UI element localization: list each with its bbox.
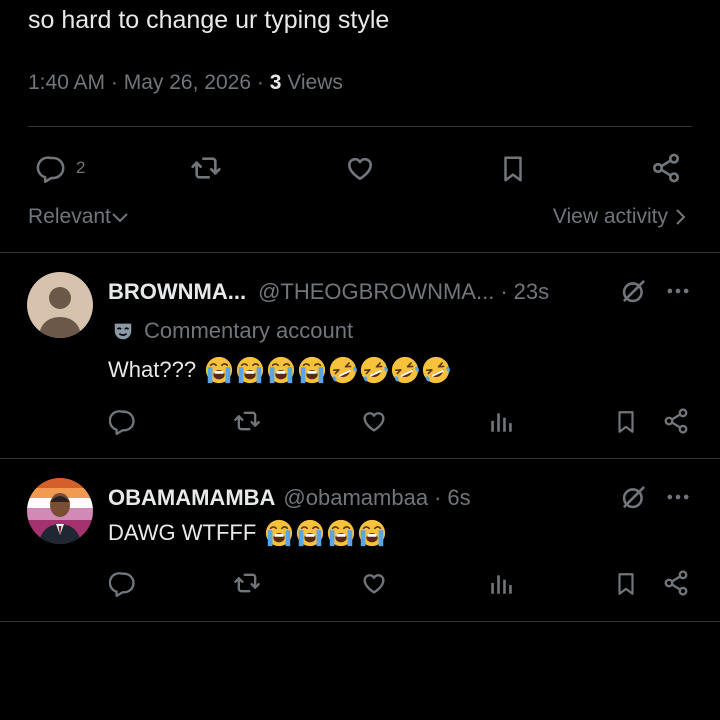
reply-icon <box>36 156 65 183</box>
like-icon <box>363 574 385 594</box>
bookmark-icon <box>504 156 522 182</box>
display-name[interactable]: BROWNMA... <box>108 279 246 305</box>
reply-text-content: DAWG WTFFF <box>108 520 257 545</box>
grok-icon[interactable] <box>620 483 648 511</box>
sort-label: Relevant <box>28 205 111 228</box>
view-activity-link[interactable]: View activity <box>553 205 688 229</box>
user-handle[interactable]: @THEOGBROWNMA... <box>258 279 494 305</box>
emoji-row <box>264 518 388 548</box>
bookmark-button[interactable] <box>498 152 528 186</box>
default-avatar-icon <box>27 272 93 338</box>
tweet-text: so hard to change ur typing style <box>28 6 390 34</box>
retweet-icon <box>234 573 260 593</box>
views-icon <box>491 575 512 594</box>
bookmark-icon <box>618 573 634 595</box>
chevron-right-icon <box>676 209 686 225</box>
rofl-emoji <box>360 356 389 384</box>
share-icon <box>664 408 688 434</box>
header-separator: · <box>500 279 508 304</box>
retweet-icon <box>191 157 221 179</box>
meta-separator: · <box>110 71 118 94</box>
profile-photo-icon <box>27 478 93 544</box>
loudly-crying-emoji <box>359 519 386 547</box>
loudly-crying-emoji <box>236 356 264 384</box>
reply-icon <box>109 410 135 435</box>
reply-button[interactable]: 2 <box>36 153 85 183</box>
tweet-action-bar: 2 <box>0 147 720 187</box>
like-icon <box>348 157 372 180</box>
loudly-crying-emoji <box>205 356 233 384</box>
header-separator: · <box>434 485 442 510</box>
tweet-date[interactable]: May 26, 2026 <box>124 71 251 94</box>
reply-header: OBAMAMAMBA @obamambaa · 6s <box>108 485 471 511</box>
view-activity-label: View activity <box>552 205 668 228</box>
like-icon <box>363 412 385 432</box>
loudly-crying-emoji <box>328 519 355 547</box>
grok-icon[interactable] <box>620 277 648 305</box>
sort-relevant-dropdown[interactable]: Relevant <box>28 205 129 229</box>
display-name[interactable]: OBAMAMAMBA <box>108 485 275 511</box>
reply-header: BROWNMA... @THEOGBROWNMA... · 23s <box>108 279 549 305</box>
rofl-emoji <box>422 356 451 384</box>
meta-separator: · <box>256 71 264 94</box>
rofl-emoji <box>391 356 420 384</box>
loudly-crying-emoji <box>267 356 295 384</box>
share-icon <box>652 153 680 183</box>
more-icon[interactable] <box>664 483 692 511</box>
loudly-crying-emoji <box>266 519 293 547</box>
bookmark-button[interactable] <box>613 569 639 599</box>
avatar[interactable] <box>27 478 93 544</box>
tweet-detail-page: so hard to change ur typing style 1:40 A… <box>0 0 720 720</box>
retweet-button[interactable] <box>231 569 263 597</box>
reply-top-icons <box>620 483 692 511</box>
reply-text: What??? <box>108 355 452 385</box>
reply-text: DAWG WTFFF <box>108 518 388 548</box>
reply-action-bar <box>0 566 720 606</box>
more-icon[interactable] <box>664 277 692 305</box>
reply-icon <box>109 572 135 597</box>
bookmark-button[interactable] <box>613 407 639 437</box>
views-button[interactable] <box>488 408 514 436</box>
views-count: 3 <box>269 71 282 94</box>
commentary-text: Commentary account <box>144 318 354 343</box>
like-button[interactable] <box>359 407 389 435</box>
share-icon <box>664 570 688 596</box>
bookmark-icon <box>618 411 634 433</box>
reply-button[interactable] <box>109 569 137 597</box>
views-label: Views <box>287 71 343 94</box>
views-icon <box>491 413 512 432</box>
retweet-icon <box>234 411 260 431</box>
reply-action-bar <box>0 404 720 444</box>
share-button[interactable] <box>662 569 690 597</box>
retweet-button[interactable] <box>231 407 263 435</box>
share-button[interactable] <box>650 152 682 184</box>
reply-time[interactable]: 23s <box>514 279 549 305</box>
retweet-button[interactable] <box>188 152 224 184</box>
loudly-crying-emoji <box>297 519 324 547</box>
reply-item[interactable]: BROWNMA... @THEOGBROWNMA... · 23s Commen… <box>0 252 720 458</box>
reply-item[interactable]: OBAMAMAMBA @obamambaa · 6s DAWG WTFFF <box>0 458 720 621</box>
reply-count: 2 <box>76 158 86 177</box>
like-button[interactable] <box>359 569 389 597</box>
tweet-meta: 1:40 AM · May 26, 2026 · 3 Views <box>28 71 343 95</box>
reply-top-icons <box>620 277 692 305</box>
divider <box>0 621 720 622</box>
reply-text-content: What??? <box>108 357 197 382</box>
loudly-crying-emoji <box>298 356 326 384</box>
divider <box>28 126 692 127</box>
tweet-time[interactable]: 1:40 AM <box>28 71 105 94</box>
commentary-label: Commentary account <box>108 318 353 344</box>
emoji-row <box>204 355 452 385</box>
user-handle[interactable]: @obamambaa <box>283 485 428 511</box>
views-button[interactable] <box>488 570 514 598</box>
reply-button[interactable] <box>109 407 137 435</box>
like-button[interactable] <box>343 152 377 184</box>
theater-mask-icon <box>114 323 132 340</box>
share-button[interactable] <box>662 407 690 435</box>
rofl-emoji <box>329 356 358 384</box>
reply-time[interactable]: 6s <box>447 485 470 511</box>
avatar[interactable] <box>27 272 93 338</box>
chevron-down-icon <box>112 213 128 223</box>
